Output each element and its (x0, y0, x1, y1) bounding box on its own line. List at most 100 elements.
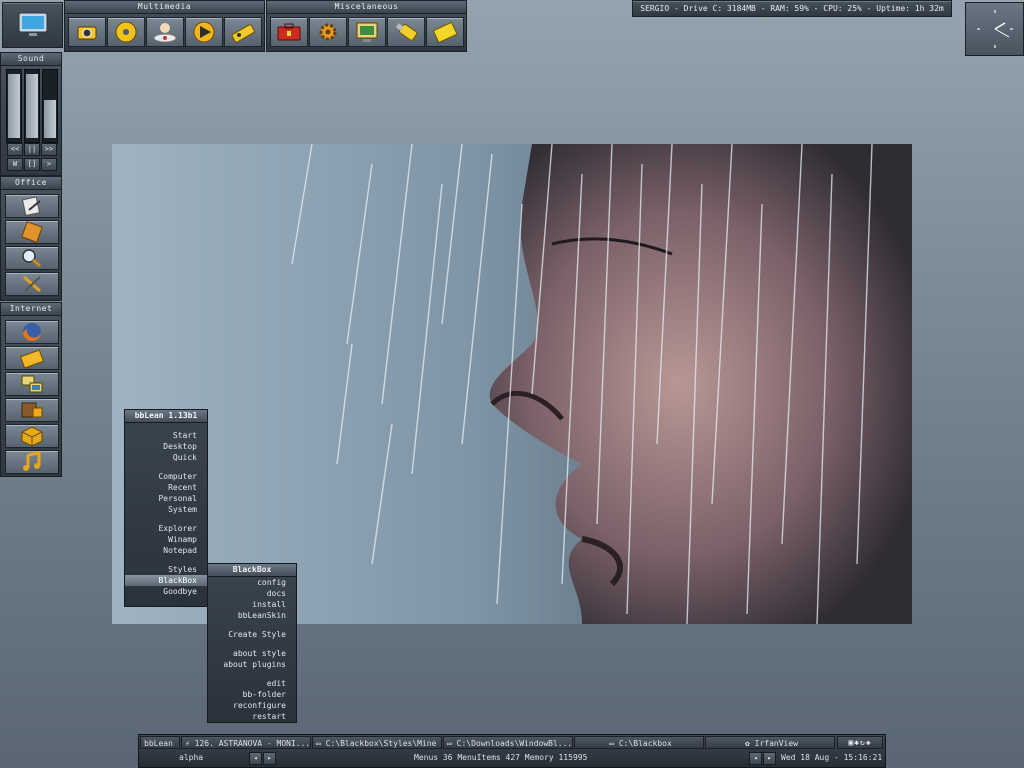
magnifier-icon (22, 249, 41, 268)
notepad-icon (432, 21, 458, 44)
volume-slider-2-knob[interactable] (26, 74, 38, 138)
book-button[interactable] (5, 220, 59, 244)
tape-edit-button[interactable] (224, 17, 262, 47)
mail-icon (19, 349, 45, 369)
usb-drive-button[interactable] (387, 17, 425, 47)
menu-item-docs[interactable]: docs (208, 588, 296, 599)
monitor-icon (18, 12, 48, 36)
volume-slider-3-knob[interactable] (44, 100, 56, 138)
package-icon (21, 426, 43, 447)
toolbox-icon (277, 23, 301, 41)
winamp-small-icon: ⚡ (185, 739, 190, 748)
cd-disc-button[interactable] (107, 17, 145, 47)
camera-button[interactable] (68, 17, 106, 47)
firefox-icon (23, 323, 41, 341)
pause-button[interactable]: || (24, 143, 40, 156)
task-label-downloads: C:\Downloads\WindowBl... (456, 739, 573, 748)
music-button[interactable] (5, 450, 59, 474)
system-monitor: SERGIO - Drive C: 3184MB - RAM: 59% - CP… (632, 0, 952, 17)
cd-player-button[interactable] (146, 17, 184, 47)
menu-item-install[interactable]: install (208, 599, 296, 610)
cd-player-icon (153, 23, 177, 43)
menu-item-bb-folder[interactable]: bb-folder (208, 689, 296, 700)
tools-icon (23, 275, 41, 293)
multimedia-panel-title: Multimedia (65, 1, 264, 14)
menu-item-explorer[interactable]: Explorer (125, 523, 207, 534)
workspace-label[interactable]: bbLean (140, 736, 180, 749)
sound-panel: Sound << || >> W [] > (0, 52, 62, 176)
analog-clock[interactable] (965, 2, 1024, 56)
menu-item-start[interactable]: Start (125, 430, 207, 441)
menu-item-desktop[interactable]: Desktop (125, 441, 207, 452)
menu-item-config[interactable]: config (208, 577, 296, 588)
taskbar-stats: Menus 36 MenuItems 427 Memory 115995 (414, 753, 588, 762)
notepad-button[interactable] (426, 17, 464, 47)
workspace-name[interactable]: alpha (179, 751, 203, 765)
music-note-icon (23, 451, 41, 471)
stop-button[interactable]: [] (24, 158, 40, 171)
menu-item-goodbye[interactable]: Goodbye (125, 586, 207, 597)
tools-button[interactable] (5, 272, 59, 296)
play-button[interactable] (185, 17, 223, 47)
menu-item-about-plugins[interactable]: about plugins (208, 659, 296, 670)
system-tray: ▣✱↻◈ (837, 736, 883, 749)
ftp-button[interactable] (5, 398, 59, 422)
office-panel: Office (0, 176, 62, 301)
tray-icon-4[interactable]: ◈ (866, 738, 872, 747)
next-task-button[interactable]: ▸ (763, 752, 776, 765)
menu-item-winamp[interactable]: Winamp (125, 534, 207, 545)
menu-item-styles[interactable]: Styles (125, 564, 207, 575)
task-button-downloads[interactable]: ▭ C:\Downloads\WindowBl... (443, 736, 573, 749)
package-button[interactable] (5, 424, 59, 448)
volume-slider-2[interactable] (24, 69, 40, 143)
taskbar-clock[interactable]: Wed 18 Aug - 15:16:21 (781, 751, 882, 765)
pen-document-button[interactable] (5, 194, 59, 218)
task-button-styles-folder[interactable]: ▭ C:\Blackbox\Styles\Mine (312, 736, 442, 749)
toolbox-button[interactable] (270, 17, 308, 47)
menu-item-recent[interactable]: Recent (125, 482, 207, 493)
menu-item-create-style[interactable]: Create Style (208, 629, 296, 640)
folder-small-icon: ▭ (316, 739, 321, 748)
menu-item-computer[interactable]: Computer (125, 471, 207, 482)
menu-item-system[interactable]: System (125, 504, 207, 515)
volume-slider-1-knob[interactable] (8, 74, 20, 138)
menu-item-personal[interactable]: Personal (125, 493, 207, 504)
tape-edit-icon (231, 24, 255, 43)
menu-item-reconfigure[interactable]: reconfigure (208, 700, 296, 711)
task-button-winamp[interactable]: ⚡ 126. ASTRANOVA - MONI... (181, 736, 311, 749)
menu-item-edit[interactable]: edit (208, 678, 296, 689)
magnifier-button[interactable] (5, 246, 59, 270)
mail-button[interactable] (5, 346, 59, 370)
menu-item-quick[interactable]: Quick (125, 452, 207, 463)
menu-item-notepad[interactable]: Notepad (125, 545, 207, 556)
book-icon (21, 221, 43, 243)
blackbox-submenu: BlackBox config docs install bbLeanSkin … (207, 563, 297, 723)
menu-item-restart[interactable]: restart (208, 711, 296, 722)
prev-task-button[interactable]: ◂ (749, 752, 762, 765)
bblean-menu: bbLean 1.13b1 Start Desktop Quick Comput… (124, 409, 208, 607)
menu-item-bbleanskin[interactable]: bbLeanSkin (208, 610, 296, 621)
next-track-button[interactable]: >> (41, 143, 57, 156)
gear-tools-button[interactable] (309, 17, 347, 47)
misc-panel-title: Miscelaneous (267, 1, 466, 14)
network-button[interactable] (5, 372, 59, 396)
task-button-irfanview[interactable]: ✿ IrfanView (705, 736, 835, 749)
next-workspace-button[interactable]: ▸ (263, 752, 276, 765)
play-track-button[interactable]: > (41, 158, 57, 171)
desktop-monitor-button[interactable] (2, 2, 63, 48)
menu-item-blackbox[interactable]: BlackBox (125, 575, 207, 586)
menu-item-about-style[interactable]: about style (208, 648, 296, 659)
prev-track-button[interactable]: << (7, 143, 23, 156)
firefox-button[interactable] (5, 320, 59, 344)
prev-workspace-button[interactable]: ◂ (249, 752, 262, 765)
task-button-blackbox-folder[interactable]: ▭ C:\Blackbox (574, 736, 704, 749)
ftp-icon (21, 402, 43, 418)
volume-slider-3[interactable] (42, 69, 58, 143)
wallpaper-image (112, 144, 912, 624)
volume-slider-1[interactable] (6, 69, 22, 143)
internet-panel: Internet (0, 302, 62, 477)
winamp-button[interactable]: W (7, 158, 23, 171)
display-button[interactable] (348, 17, 386, 47)
camera-icon (77, 26, 97, 40)
task-label-styles-folder: C:\Blackbox\Styles\Mine (325, 739, 437, 748)
